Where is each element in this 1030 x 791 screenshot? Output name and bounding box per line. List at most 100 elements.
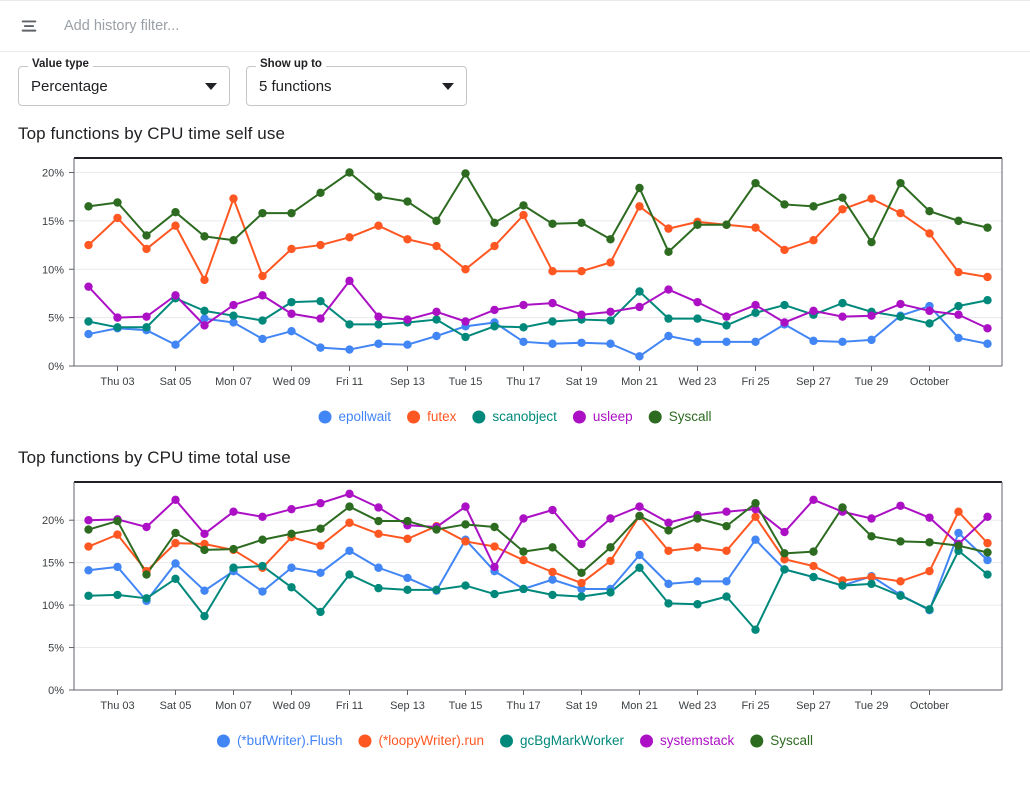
data-point[interactable]: [780, 565, 788, 573]
data-point[interactable]: [258, 335, 266, 343]
data-point[interactable]: [403, 517, 411, 525]
data-point[interactable]: [345, 519, 353, 527]
data-point[interactable]: [490, 219, 498, 227]
data-point[interactable]: [287, 583, 295, 591]
data-point[interactable]: [896, 592, 904, 600]
data-point[interactable]: [693, 338, 701, 346]
data-point[interactable]: [287, 245, 295, 253]
data-point[interactable]: [867, 580, 875, 588]
legend-item[interactable]: (*loopyWriter).run: [358, 733, 484, 748]
data-point[interactable]: [954, 508, 962, 516]
data-point[interactable]: [548, 317, 556, 325]
data-point[interactable]: [345, 168, 353, 176]
data-point[interactable]: [780, 318, 788, 326]
data-point[interactable]: [142, 323, 150, 331]
data-point[interactable]: [200, 586, 208, 594]
data-point[interactable]: [113, 323, 121, 331]
data-point[interactable]: [374, 222, 382, 230]
data-point[interactable]: [548, 220, 556, 228]
data-point[interactable]: [142, 312, 150, 320]
data-point[interactable]: [577, 219, 585, 227]
data-point[interactable]: [693, 298, 701, 306]
data-point[interactable]: [229, 545, 237, 553]
data-point[interactable]: [954, 268, 962, 276]
data-point[interactable]: [809, 496, 817, 504]
data-point[interactable]: [345, 277, 353, 285]
data-point[interactable]: [113, 214, 121, 222]
legend-item[interactable]: gcBgMarkWorker: [500, 733, 625, 748]
data-point[interactable]: [345, 502, 353, 510]
data-point[interactable]: [403, 315, 411, 323]
data-point[interactable]: [925, 538, 933, 546]
legend-item[interactable]: usleep: [573, 409, 633, 424]
data-point[interactable]: [751, 338, 759, 346]
data-point[interactable]: [780, 246, 788, 254]
legend-item[interactable]: scanobject: [472, 409, 557, 424]
data-point[interactable]: [606, 235, 614, 243]
data-point[interactable]: [838, 503, 846, 511]
data-point[interactable]: [316, 499, 324, 507]
data-point[interactable]: [722, 338, 730, 346]
data-point[interactable]: [606, 514, 614, 522]
data-point[interactable]: [200, 612, 208, 620]
data-point[interactable]: [345, 345, 353, 353]
data-point[interactable]: [258, 536, 266, 544]
data-point[interactable]: [664, 599, 672, 607]
data-point[interactable]: [577, 339, 585, 347]
data-point[interactable]: [896, 502, 904, 510]
data-point[interactable]: [432, 315, 440, 323]
data-point[interactable]: [171, 496, 179, 504]
data-point[interactable]: [345, 547, 353, 555]
data-point[interactable]: [896, 312, 904, 320]
data-point[interactable]: [432, 308, 440, 316]
filter-list-icon[interactable]: [18, 15, 40, 37]
data-point[interactable]: [519, 301, 527, 309]
data-point[interactable]: [548, 591, 556, 599]
data-point[interactable]: [664, 332, 672, 340]
data-point[interactable]: [171, 575, 179, 583]
legend-item[interactable]: epollwait: [319, 409, 392, 424]
data-point[interactable]: [983, 340, 991, 348]
data-point[interactable]: [316, 297, 324, 305]
data-point[interactable]: [983, 513, 991, 521]
data-point[interactable]: [519, 514, 527, 522]
data-point[interactable]: [693, 600, 701, 608]
data-point[interactable]: [896, 300, 904, 308]
data-point[interactable]: [345, 490, 353, 498]
data-point[interactable]: [84, 241, 92, 249]
data-point[interactable]: [142, 523, 150, 531]
data-point[interactable]: [432, 525, 440, 533]
data-point[interactable]: [809, 202, 817, 210]
data-point[interactable]: [84, 202, 92, 210]
data-point[interactable]: [664, 547, 672, 555]
data-point[interactable]: [606, 557, 614, 565]
data-point[interactable]: [229, 564, 237, 572]
data-point[interactable]: [171, 341, 179, 349]
data-point[interactable]: [693, 543, 701, 551]
data-point[interactable]: [722, 321, 730, 329]
data-point[interactable]: [577, 540, 585, 548]
data-point[interactable]: [287, 209, 295, 217]
data-point[interactable]: [490, 242, 498, 250]
data-point[interactable]: [722, 547, 730, 555]
data-point[interactable]: [925, 567, 933, 575]
data-point[interactable]: [983, 548, 991, 556]
data-point[interactable]: [316, 343, 324, 351]
data-point[interactable]: [751, 179, 759, 187]
data-point[interactable]: [722, 577, 730, 585]
data-point[interactable]: [374, 340, 382, 348]
data-point[interactable]: [664, 285, 672, 293]
data-point[interactable]: [84, 330, 92, 338]
data-point[interactable]: [171, 559, 179, 567]
data-point[interactable]: [983, 570, 991, 578]
data-point[interactable]: [838, 205, 846, 213]
data-point[interactable]: [316, 608, 324, 616]
data-point[interactable]: [316, 314, 324, 322]
data-point[interactable]: [751, 499, 759, 507]
data-point[interactable]: [809, 337, 817, 345]
data-point[interactable]: [664, 224, 672, 232]
data-point[interactable]: [867, 238, 875, 246]
data-point[interactable]: [374, 517, 382, 525]
data-point[interactable]: [490, 306, 498, 314]
data-point[interactable]: [606, 588, 614, 596]
